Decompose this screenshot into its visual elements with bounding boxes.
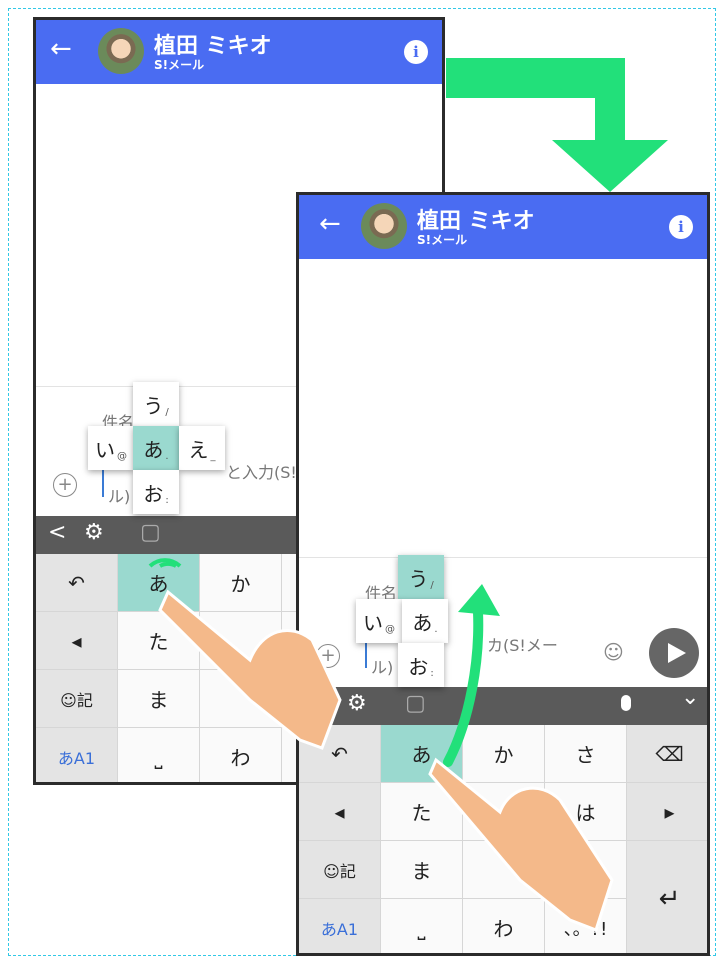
key-ra[interactable] (545, 841, 627, 899)
flick-center-a: あ. (402, 599, 448, 643)
app-bar: ← 植田 ミキオ S!メール i (299, 195, 707, 259)
key-punct[interactable]: 、。?! (545, 899, 627, 953)
gear-icon[interactable]: ⚙ (347, 691, 367, 716)
flick-right-e: え _ (179, 426, 225, 470)
key-wa[interactable]: わ (463, 899, 545, 953)
chevron-down-icon[interactable]: ⌄ (681, 685, 699, 710)
key-na[interactable] (200, 612, 282, 670)
delete-key[interactable]: ⌫ (627, 725, 707, 783)
emoji-kigo-key[interactable]: ☺記 (299, 841, 381, 899)
text-caret (102, 467, 104, 497)
attach-plus-icon[interactable]: + (316, 644, 340, 668)
contact-service: S!メール (154, 58, 205, 72)
flick-down-o: お: (133, 470, 179, 514)
enter-key[interactable]: ↵ (627, 841, 707, 953)
back-arrow-icon[interactable]: ← (50, 34, 72, 64)
message-hint-2: ル) (371, 658, 394, 677)
info-icon[interactable]: i (404, 40, 428, 64)
keyboard: ↶ あ か さ ⌫ ◂ た は ▸ ☺記 ま ↵ あA1 ⎵ わ 、。?! (299, 725, 707, 953)
avatar (361, 203, 407, 249)
message-hint-2: ル) (108, 487, 131, 506)
space-key[interactable]: ⎵ (118, 728, 200, 782)
mode-key[interactable]: あA1 (299, 899, 381, 953)
info-icon[interactable]: i (669, 215, 693, 239)
key-a[interactable]: あ (381, 725, 463, 783)
flick-center-a: あ. (133, 426, 179, 470)
key-wa[interactable]: わ (200, 728, 282, 782)
phone-after: ← 植田 ミキオ S!メール i 件名 + カ(S!メー ル) ☺ ⚙ ▢ ⌄ … (296, 192, 710, 956)
key-ma[interactable]: ま (381, 841, 463, 899)
key-a[interactable]: あ (118, 554, 200, 612)
key-sa[interactable]: さ (545, 725, 627, 783)
cursor-right-key[interactable]: ▸ (627, 783, 707, 841)
key-ka[interactable]: か (463, 725, 545, 783)
avatar (98, 28, 144, 74)
clipboard-icon[interactable]: ▢ (405, 691, 426, 716)
back-arrow-icon[interactable]: ← (319, 209, 341, 239)
emoji-kigo-key[interactable]: ☺記 (36, 670, 118, 728)
smiley-icon[interactable]: ☺ (603, 640, 624, 664)
message-hint[interactable]: カ(S!メー (487, 632, 558, 656)
gear-icon[interactable]: ⚙ (84, 520, 104, 545)
key-ya[interactable] (200, 670, 282, 728)
key-ma[interactable]: ま (118, 670, 200, 728)
cursor-left-key[interactable]: ◂ (36, 612, 118, 670)
key-ya[interactable] (463, 841, 545, 899)
key-na[interactable] (463, 783, 545, 841)
collapse-icon[interactable]: < (48, 520, 66, 545)
flick-up-u: う / (133, 382, 179, 426)
contact-service: S!メール (417, 233, 468, 247)
flick-left-i: い @ (88, 426, 134, 470)
clipboard-icon[interactable]: ▢ (140, 520, 161, 545)
flick-up-u: う / (398, 555, 444, 599)
cursor-left-key[interactable]: ◂ (299, 783, 381, 841)
flick-down-o: お: (398, 643, 444, 687)
flick-left-i: い @ (356, 599, 402, 643)
send-button[interactable] (649, 628, 699, 678)
attach-plus-icon[interactable]: + (53, 473, 77, 497)
space-key[interactable]: ⎵ (381, 899, 463, 953)
undo-key[interactable]: ↶ (36, 554, 118, 612)
microphone-icon[interactable] (621, 695, 631, 711)
key-ka[interactable]: か (200, 554, 282, 612)
undo-key[interactable]: ↶ (299, 725, 381, 783)
mode-key[interactable]: あA1 (36, 728, 118, 782)
key-ta[interactable]: た (118, 612, 200, 670)
app-bar: ← 植田 ミキオ S!メール i (36, 20, 442, 84)
key-ha[interactable]: は (545, 783, 627, 841)
key-ta[interactable]: た (381, 783, 463, 841)
keyboard-toolbar: ⚙ ▢ ⌄ (299, 685, 707, 725)
